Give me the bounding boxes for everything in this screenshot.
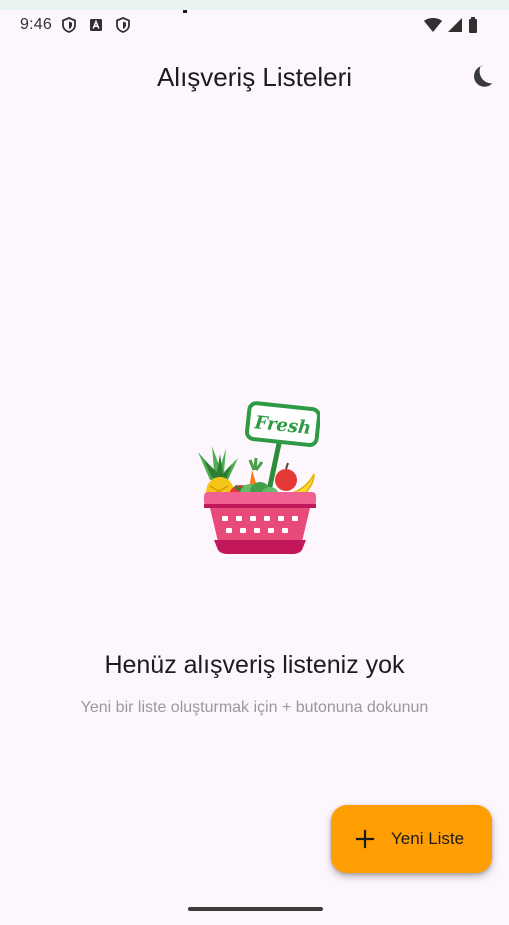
empty-state-title: Henüz alışveriş listeniz yok bbox=[104, 651, 405, 679]
new-list-button-label: Yeni Liste bbox=[391, 829, 465, 848]
new-list-button[interactable]: Yeni Liste bbox=[331, 805, 492, 873]
font-a-icon bbox=[90, 19, 102, 31]
theme-toggle-button[interactable] bbox=[467, 60, 499, 92]
empty-state-subtitle: Yeni bir liste oluşturmak için + butonun… bbox=[80, 699, 429, 716]
moon-icon bbox=[474, 65, 493, 87]
status-right-icons bbox=[423, 16, 479, 34]
fresh-basket-illustration: Fresh bbox=[198, 401, 320, 554]
status-time: 9:46 bbox=[20, 16, 52, 33]
app-bar: Alışveriş Listeleri bbox=[0, 50, 509, 106]
app-screen: 9:46 Alışveriş Listeleri Fresh Henüz alı… bbox=[0, 10, 509, 925]
wifi-icon bbox=[424, 18, 442, 32]
shield-icon bbox=[62, 17, 76, 33]
plus-icon bbox=[355, 829, 375, 849]
battery-icon bbox=[469, 17, 477, 33]
shield-icon bbox=[116, 17, 130, 33]
status-bar: 9:46 bbox=[0, 10, 509, 44]
page-title: Alışveriş Listeleri bbox=[156, 62, 353, 92]
home-indicator[interactable] bbox=[188, 907, 323, 911]
cell-signal-icon bbox=[448, 18, 462, 32]
